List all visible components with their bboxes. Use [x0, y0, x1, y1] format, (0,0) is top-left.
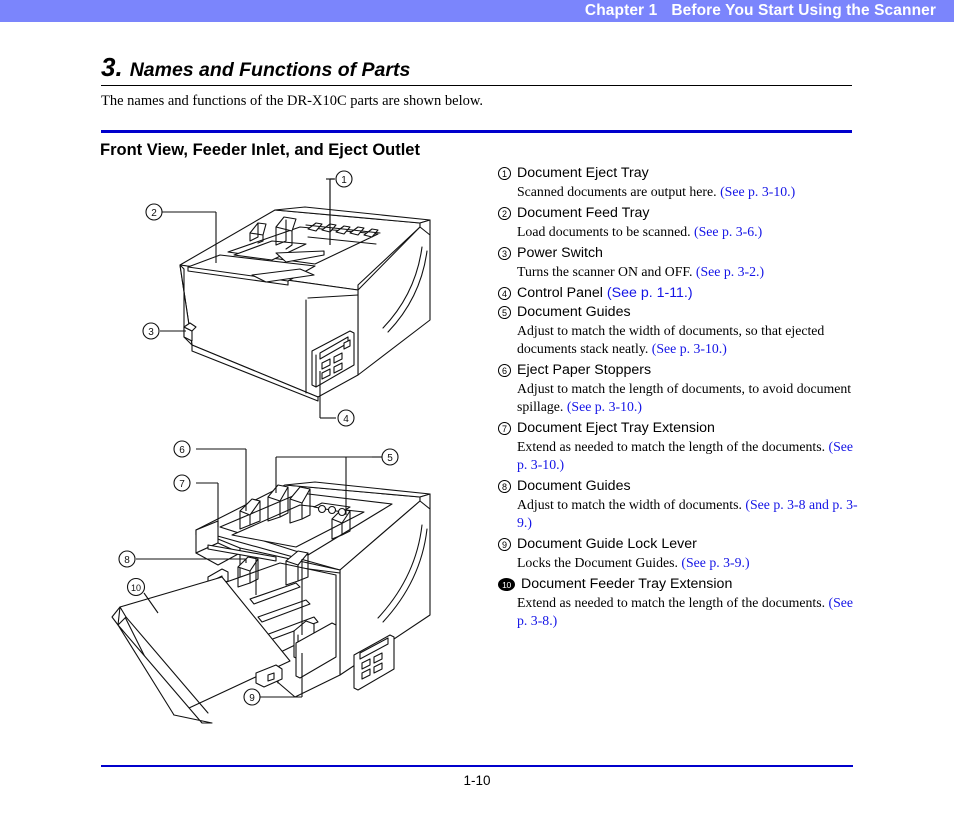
legend-description-text: Extend as needed to match the length of …: [517, 595, 829, 610]
legend-description: Extend as needed to match the length of …: [517, 438, 858, 474]
legend-description: Extend as needed to match the length of …: [517, 594, 858, 630]
feeder-inlet-scanner-illustration: 6 7 5 8 9 10: [100, 435, 500, 725]
legend-description-text: Locks the Document Guides.: [517, 555, 682, 570]
legend-title-text: Eject Paper Stoppers: [517, 362, 652, 378]
legend-title-row: 6 Eject Paper Stoppers: [498, 361, 858, 380]
legend-title-row: 1 Document Eject Tray: [498, 164, 858, 183]
svg-text:5: 5: [387, 453, 393, 464]
legend-description-text: Scanned documents are output here.: [517, 184, 721, 199]
legend-description: Turns the scanner ON and OFF. (See p. 3-…: [517, 263, 858, 281]
legend-title-text: Document Guides: [517, 304, 631, 320]
intro-paragraph: The names and functions of the DR-X10C p…: [101, 93, 484, 109]
page-reference-link[interactable]: (See p. 1-11.): [607, 285, 693, 301]
callout-number-badge: 6: [498, 364, 511, 377]
page-reference-link[interactable]: (See p. 3-2.): [696, 264, 764, 279]
legend-item-7: 7 Document Eject Tray Extension Extend a…: [498, 419, 858, 474]
legend-description-text: Adjust to match the width of documents.: [517, 497, 746, 512]
section-heading: 3. Names and Functions of Parts: [101, 54, 852, 81]
header-title: Chapter 1 Before You Start Using the Scan…: [585, 2, 936, 20]
legend-item-4: 4 Control Panel (See p. 1-11.): [498, 284, 858, 303]
legend-item-2: 2 Document Feed Tray Load documents to b…: [498, 204, 858, 241]
callout-number-badge: 9: [498, 538, 511, 551]
callout-5: 5: [381, 448, 399, 466]
legend-item-1: 1 Document Eject Tray Scanned documents …: [498, 164, 858, 201]
callout-7: 7: [173, 474, 191, 492]
callout-1: 1: [335, 170, 353, 188]
svg-text:8: 8: [124, 555, 130, 566]
legend-title-row: 3 Power Switch: [498, 244, 858, 263]
section-number: 3.: [101, 52, 123, 82]
callout-number-badge: 2: [498, 207, 511, 220]
page-reference-link[interactable]: (See p. 3-10.): [567, 399, 642, 414]
header-chapter-label: Chapter 1: [584, 2, 658, 19]
subsection-title: Front View, Feeder Inlet, and Eject Outl…: [100, 141, 420, 159]
legend-item-9: 9 Document Guide Lock Lever Locks the Do…: [498, 535, 858, 572]
callout-number-badge: 3: [498, 247, 511, 260]
svg-text:1: 1: [341, 175, 347, 186]
legend-title-row: 5 Document Guides: [498, 303, 858, 322]
callout-8: 8: [118, 550, 136, 568]
callout-number-badge: 1: [498, 167, 511, 180]
header-chapter-title: Before You Start Using the Scanner: [671, 2, 936, 19]
legend-title-text: Document Guides: [517, 478, 631, 494]
callout-number-badge: 5: [498, 306, 511, 319]
svg-text:6: 6: [179, 445, 185, 456]
legend-item-5: 5 Document Guides Adjust to match the wi…: [498, 303, 858, 358]
legend-title-text: Control Panel (See p. 1-11.): [517, 284, 858, 303]
legend-description-text: Turns the scanner ON and OFF.: [517, 264, 696, 279]
legend-title-label: Control Panel: [517, 285, 607, 301]
legend-item-10: 10 Document Feeder Tray Extension Extend…: [498, 575, 858, 630]
legend-title-text: Document Guide Lock Lever: [517, 536, 697, 552]
legend-description: Locks the Document Guides. (See p. 3-9.): [517, 554, 858, 572]
legend-item-3: 3 Power Switch Turns the scanner ON and …: [498, 244, 858, 281]
footer-divider: [101, 765, 853, 767]
callout-10: 10: [126, 577, 146, 597]
callout-number-badge: 8: [498, 480, 511, 493]
front-view-scanner-illustration: 1 2 3 4: [100, 165, 500, 435]
legend-description: Adjust to match the length of documents,…: [517, 380, 858, 416]
legend-title-text: Document Eject Tray: [517, 165, 649, 181]
legend-title-text: Document Eject Tray Extension: [517, 420, 715, 436]
callout-number-badge: 10: [498, 578, 515, 591]
callout-2: 2: [145, 203, 163, 221]
legend-title-row: 7 Document Eject Tray Extension: [498, 419, 858, 438]
page-reference-link[interactable]: (See p. 3-6.): [694, 224, 762, 239]
page-reference-link[interactable]: (See p. 3-10.): [720, 184, 795, 199]
legend-title-text: Power Switch: [517, 245, 603, 261]
legend-description: Load documents to be scanned. (See p. 3-…: [517, 223, 858, 241]
legend-title-row: 4 Control Panel (See p. 1-11.): [498, 284, 858, 303]
subsection-divider: [101, 130, 852, 133]
legend-title-text: Document Feeder Tray Extension: [521, 576, 733, 592]
legend-title-row: 8 Document Guides: [498, 477, 858, 496]
page-number: 1-10: [463, 773, 491, 788]
section-title: Names and Functions of Parts: [129, 59, 411, 81]
callout-6: 6: [173, 440, 191, 458]
parts-legend-list: 1 Document Eject Tray Scanned documents …: [498, 164, 858, 633]
svg-text:10: 10: [131, 583, 141, 593]
legend-description-text: Load documents to be scanned.: [517, 224, 695, 239]
page-reference-link[interactable]: (See p. 3-9.): [681, 555, 749, 570]
page-reference-link[interactable]: (See p. 3-10.): [652, 341, 727, 356]
legend-description-text: Extend as needed to match the length of …: [517, 439, 829, 454]
legend-item-8: 8 Document Guides Adjust to match the wi…: [498, 477, 858, 532]
callout-4: 4: [337, 409, 355, 427]
callout-9: 9: [243, 688, 261, 706]
legend-title-row: 9 Document Guide Lock Lever: [498, 535, 858, 554]
legend-title-row: 10 Document Feeder Tray Extension: [498, 575, 858, 594]
svg-text:4: 4: [343, 414, 349, 425]
svg-text:7: 7: [179, 479, 185, 490]
svg-text:3: 3: [148, 327, 154, 338]
legend-item-6: 6 Eject Paper Stoppers Adjust to match t…: [498, 361, 858, 416]
legend-description: Adjust to match the width of documents. …: [517, 496, 858, 532]
callout-number-badge: 4: [498, 287, 511, 300]
callout-3: 3: [142, 322, 160, 340]
svg-text:9: 9: [249, 693, 255, 704]
callout-number-badge: 7: [498, 422, 511, 435]
legend-title-row: 2 Document Feed Tray: [498, 204, 858, 223]
legend-description: Scanned documents are output here. (See …: [517, 183, 858, 201]
legend-description: Adjust to match the width of documents, …: [517, 322, 858, 358]
section-divider: [101, 85, 852, 86]
legend-title-text: Document Feed Tray: [517, 205, 650, 221]
svg-text:2: 2: [151, 208, 157, 219]
